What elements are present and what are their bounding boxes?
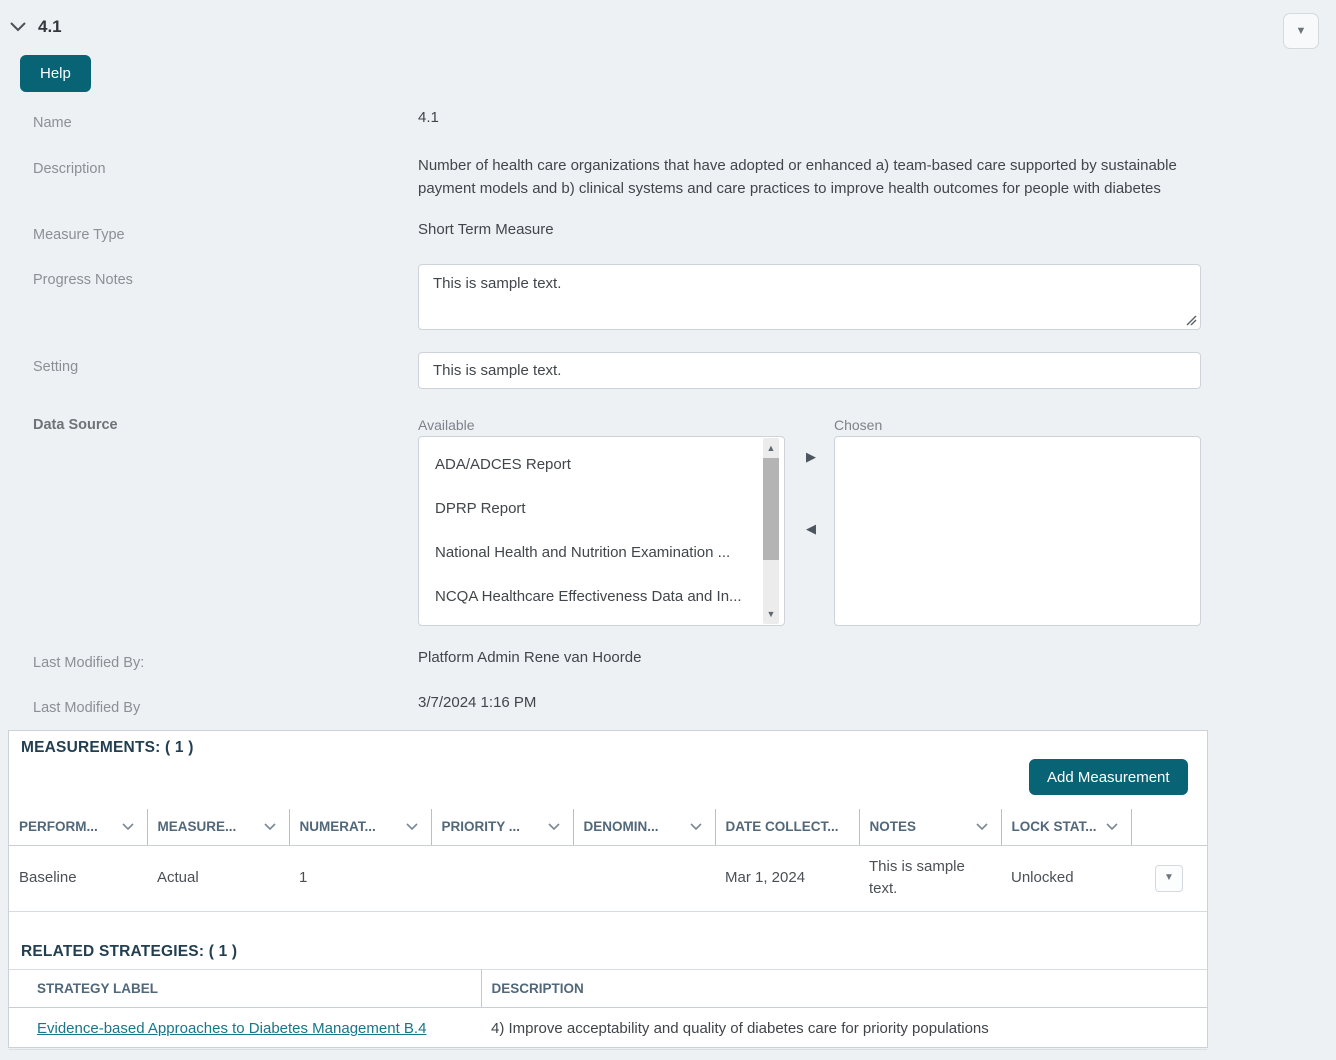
- name-label: Name: [33, 115, 72, 131]
- cell-strategy-label: Evidence-based Approaches to Diabetes Ma…: [9, 1007, 481, 1050]
- name-value: 4.1: [418, 109, 439, 126]
- move-left-button[interactable]: ◀: [802, 520, 820, 538]
- cell-date-collected: Mar 1, 2024: [715, 845, 859, 912]
- available-listbox[interactable]: ADA/ADCES Report DPRP Report National He…: [418, 436, 785, 626]
- page-title: 4.1: [38, 17, 62, 36]
- cell-lock-status: Unlocked: [1001, 845, 1131, 912]
- setting-label: Setting: [33, 359, 79, 375]
- column-header-description: DESCRIPTION: [481, 969, 1207, 1008]
- chosen-listbox[interactable]: [834, 436, 1201, 626]
- cell-notes: This is sample text.: [859, 845, 1001, 912]
- column-header-label: LOCK STAT...: [1011, 819, 1097, 835]
- row-actions-button[interactable]: ▼: [1155, 864, 1183, 892]
- column-header-label: DATE COLLECT...: [725, 819, 839, 835]
- column-header-notes[interactable]: NOTES: [859, 809, 1002, 846]
- cell-strategy-description: 4) Improve acceptability and quality of …: [481, 1007, 1207, 1050]
- column-menu-chevron-icon[interactable]: [689, 823, 702, 831]
- description-label: Description: [33, 161, 106, 177]
- column-header-measure[interactable]: MEASURE...: [147, 809, 290, 846]
- column-header-label: DENOMIN...: [583, 819, 659, 835]
- column-header-priority[interactable]: PRIORITY ...: [431, 809, 574, 846]
- column-header-label: PRIORITY ...: [441, 819, 521, 835]
- column-header-label: MEASURE...: [157, 819, 237, 835]
- cell-priority: [431, 845, 573, 912]
- column-menu-chevron-icon[interactable]: [547, 823, 560, 831]
- measure-type-value: Short Term Measure: [418, 221, 554, 238]
- related-strategies-table: STRATEGY LABEL DESCRIPTION Evidence-base…: [9, 969, 1207, 1050]
- arrow-right-icon: ▶: [806, 449, 816, 464]
- setting-text: This is sample text.: [433, 362, 562, 379]
- cell-actions: ▼: [1131, 845, 1207, 912]
- cell-numerator: 1: [289, 845, 431, 912]
- column-menu-chevron-icon[interactable]: [1105, 823, 1118, 831]
- caret-down-icon: ▼: [1295, 25, 1307, 37]
- table-row: Baseline Actual 1 Mar 1, 2024 This is sa…: [9, 845, 1207, 912]
- list-item[interactable]: ADA/ADCES Report: [419, 443, 760, 487]
- last-modified-by-value: Platform Admin Rene van Hoorde: [418, 649, 642, 666]
- list-item[interactable]: National Health and Nutrition Examinatio…: [419, 531, 760, 575]
- column-menu-chevron-icon[interactable]: [975, 823, 988, 831]
- cell-denominator: [573, 845, 715, 912]
- measure-type-label: Measure Type: [33, 227, 125, 243]
- column-header-label: PERFORM...: [19, 819, 98, 835]
- column-header-numerator[interactable]: NUMERAT...: [289, 809, 432, 846]
- move-right-button[interactable]: ▶: [802, 448, 820, 466]
- measurements-header-row: PERFORM... MEASURE... NUMERAT... PRIORIT…: [9, 809, 1207, 846]
- chosen-caption: Chosen: [834, 417, 883, 433]
- column-header-actions: [1131, 809, 1207, 846]
- column-menu-chevron-icon[interactable]: [405, 823, 418, 831]
- strategy-link[interactable]: Evidence-based Approaches to Diabetes Ma…: [37, 1020, 426, 1037]
- column-header-label: NUMERAT...: [299, 819, 376, 835]
- measurements-panel: MEASUREMENTS: ( 1 ) Add Measurement PERF…: [8, 730, 1208, 1050]
- add-measurement-button[interactable]: Add Measurement: [1029, 759, 1188, 795]
- expand-chevron-icon[interactable]: [9, 20, 27, 34]
- strategies-header-row: STRATEGY LABEL DESCRIPTION: [9, 969, 1207, 1008]
- cell-measure: Actual: [147, 845, 289, 912]
- column-header-denominator[interactable]: DENOMIN...: [573, 809, 716, 846]
- measurements-section-title: MEASUREMENTS: ( 1 ): [21, 739, 194, 756]
- progress-notes-label: Progress Notes: [33, 272, 133, 288]
- scrollbar-thumb[interactable]: [763, 458, 779, 560]
- measurements-table: PERFORM... MEASURE... NUMERAT... PRIORIT…: [9, 809, 1207, 912]
- help-button[interactable]: Help: [20, 55, 91, 92]
- column-menu-chevron-icon[interactable]: [121, 823, 134, 831]
- table-row: Evidence-based Approaches to Diabetes Ma…: [9, 1007, 1207, 1050]
- related-strategies-section-title: RELATED STRATEGIES: ( 1 ): [21, 943, 238, 960]
- collapse-section-button[interactable]: ▼: [1283, 13, 1319, 49]
- column-menu-chevron-icon[interactable]: [263, 823, 276, 831]
- column-header-performance[interactable]: PERFORM...: [9, 809, 148, 846]
- cell-performance: Baseline: [9, 845, 147, 912]
- scroll-up-icon[interactable]: ▲: [763, 440, 779, 456]
- last-modified-date-value: 3/7/2024 1:16 PM: [418, 694, 537, 711]
- scrollbar[interactable]: ▲ ▼: [763, 438, 779, 624]
- last-modified-date-label: Last Modified By: [33, 700, 141, 716]
- column-header-strategy-label: STRATEGY LABEL: [9, 969, 482, 1008]
- available-caption: Available: [418, 417, 475, 433]
- progress-notes-text: This is sample text.: [433, 275, 562, 292]
- data-source-label: Data Source: [33, 417, 118, 433]
- list-item[interactable]: DPRP Report: [419, 487, 760, 531]
- description-value: Number of health care organizations that…: [418, 157, 1177, 197]
- column-header-lock-status[interactable]: LOCK STAT...: [1001, 809, 1132, 846]
- setting-input[interactable]: This is sample text.: [418, 352, 1201, 389]
- list-item[interactable]: NCQA Healthcare Effectiveness Data and I…: [419, 575, 760, 619]
- progress-notes-textarea[interactable]: This is sample text.: [418, 264, 1201, 330]
- column-header-date-collected[interactable]: DATE COLLECT...: [715, 809, 860, 846]
- caret-down-icon: ▼: [1164, 872, 1174, 883]
- resize-grip-icon[interactable]: [1185, 314, 1197, 326]
- scroll-down-icon[interactable]: ▼: [763, 606, 779, 622]
- last-modified-by-label: Last Modified By:: [33, 655, 145, 671]
- arrow-left-icon: ◀: [806, 521, 816, 536]
- measure-detail-page: { "header": { "title": "4.1", "help_labe…: [0, 0, 1336, 1060]
- column-header-label: NOTES: [869, 819, 917, 835]
